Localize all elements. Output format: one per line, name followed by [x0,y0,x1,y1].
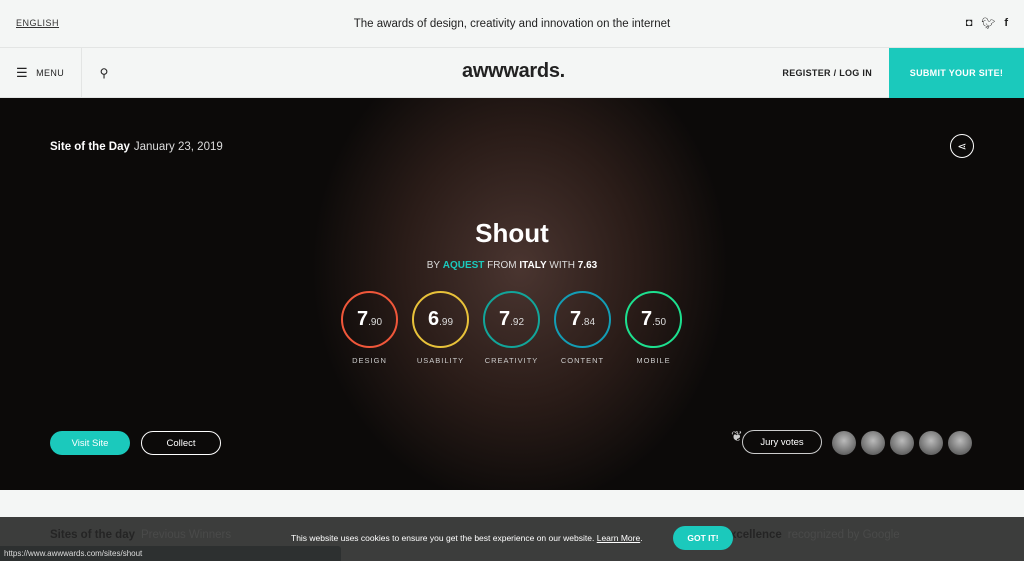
avatar[interactable] [948,431,972,455]
language-link[interactable]: ENGLISH [16,18,59,28]
facebook-icon[interactable]: f [1004,17,1008,30]
score-label: DESIGN [352,356,387,365]
top-bar: ENGLISH The awards of design, creativity… [0,0,1024,48]
jury-votes-button[interactable]: Jury votes [742,430,822,454]
cookie-text: This website uses cookies to ensure you … [291,533,643,543]
laurel-icon: ❦ [731,428,743,444]
share-icon[interactable]: ⋖ [950,134,974,158]
visit-site-button[interactable]: Visit Site [50,431,130,455]
content-area [0,490,1024,517]
got-it-button[interactable]: GOT IT! [673,526,733,550]
score-ring: 7.50 [625,291,682,348]
score-label: CREATIVITY [484,356,539,365]
tagline: The awards of design, creativity and inn… [353,17,671,30]
avatar[interactable] [890,431,914,455]
sites-of-day-heading: Sites of the day Previous Winners [50,529,232,541]
score-ring: 6.99 [412,291,469,348]
register-login-link[interactable]: REGISTER / LOG IN [782,68,872,78]
score-label: MOBILE [636,356,671,365]
main-nav: ☰ MENU ⚲ awwwards. REGISTER / LOG IN SUBM… [0,48,1024,98]
submit-site-button[interactable]: SUBMIT YOUR SITE! [889,48,1024,98]
score-creativity: 7.92 CREATIVITY [483,291,540,365]
menu-button[interactable]: ☰ MENU [0,48,82,97]
learn-more-link[interactable]: Learn More [597,533,640,543]
score-ring: 7.90 [341,291,398,348]
hero: Site of the Day January 23, 2019 ⋖ Shout … [0,98,1024,490]
score-label: USABILITY [416,356,465,365]
site-of-the-day: Site of the Day January 23, 2019 [50,141,223,153]
excellence-heading: xcellence recognized by Google [730,529,900,541]
collect-button[interactable]: Collect [141,431,221,455]
avatar[interactable] [919,431,943,455]
previous-winners-link[interactable]: Previous Winners [141,529,231,541]
twitter-icon[interactable]: 🐦︎ [981,17,995,30]
score-usability: 6.99 USABILITY [412,291,469,365]
score-label: CONTENT [560,356,605,365]
avatar[interactable] [861,431,885,455]
score-ring: 7.92 [483,291,540,348]
scores: 7.90 DESIGN 6.99 USABILITY 7.92 CREATIVITY 7.8… [341,291,682,365]
logo[interactable]: awwwards. [462,60,565,83]
score-ring: 7.84 [554,291,611,348]
menu-label: MENU [36,67,65,78]
instagram-icon[interactable]: ◘ [966,17,973,30]
hamburger-icon: ☰ [16,64,29,80]
avatar[interactable] [832,431,856,455]
search-icon[interactable]: ⚲ [82,66,126,80]
site-title: Shout [475,218,549,248]
byline: BY AQUEST FROM ITALY WITH 7.63 [426,260,598,271]
score-design: 7.90 DESIGN [341,291,398,365]
score-mobile: 7.50 MOBILE [625,291,682,365]
author-link[interactable]: AQUEST [443,260,485,271]
date: January 23, 2019 [133,141,223,153]
score-content: 7.84 CONTENT [554,291,611,365]
status-bar-url: https://www.awwwards.com/sites/shout [0,546,341,561]
